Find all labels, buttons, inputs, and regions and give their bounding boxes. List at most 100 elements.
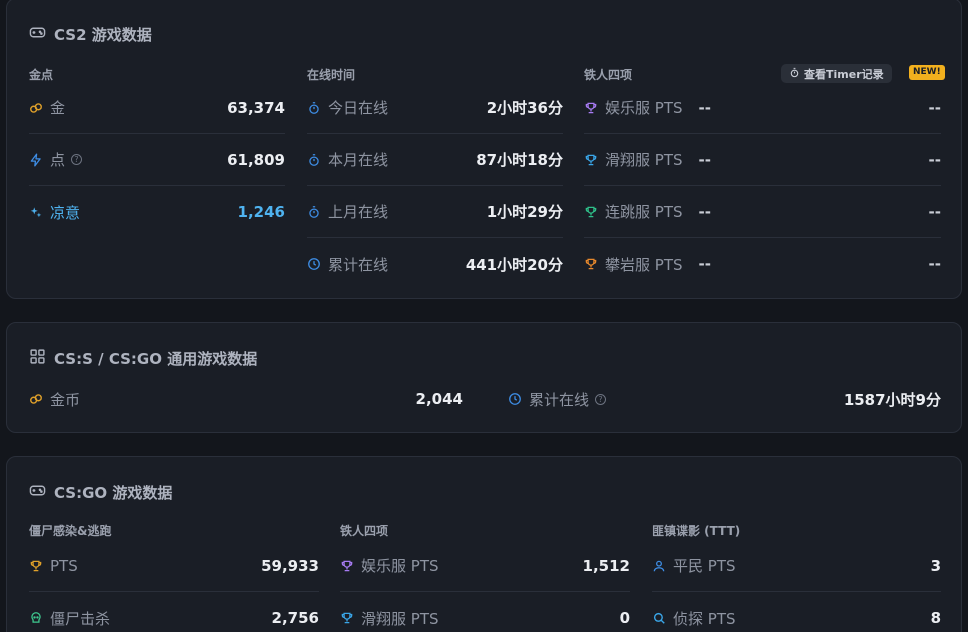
zombie-pts-value: 59,933: [261, 556, 319, 575]
trophy-icon: [29, 559, 43, 573]
zombie-head-icon: [29, 611, 43, 625]
grid-icon: [29, 348, 46, 369]
trophy-icon: [340, 559, 354, 573]
trophy-icon: [340, 611, 354, 625]
bhop-server-pts-label: 连跳服 PTS: [605, 203, 683, 221]
total-online-label: 累计在线: [328, 255, 389, 274]
last-month-online-value: 1小时29分: [486, 203, 563, 221]
general-stats-card: CS:S / CS:GO 通用游戏数据 金币 2,044 累计在线 ? 1587…: [6, 322, 962, 433]
detective-pts-label: 侦探 PTS: [673, 609, 736, 628]
ironman-row: 连跳服 PTS -- --: [584, 186, 941, 238]
surf-server-pts-label: 滑翔服 PTS: [605, 151, 683, 169]
stopwatch-icon: [307, 205, 321, 219]
view-timer-records-button[interactable]: 查看Timer记录: [781, 64, 892, 83]
trophy-icon: [584, 257, 598, 271]
stopwatch-icon: [307, 153, 321, 167]
coins-label: 金币: [50, 390, 81, 409]
help-icon[interactable]: ?: [595, 393, 607, 405]
stopwatch-icon: [307, 101, 321, 115]
csgo-title-text: CS:GO 游戏数据: [54, 484, 173, 502]
innocent-pts-value: 3: [930, 556, 941, 575]
lightning-icon: [29, 153, 43, 167]
today-online-value: 2小时36分: [486, 99, 563, 117]
clock-icon: [307, 257, 321, 271]
online-column: 在线时间 今日在线 2小时36分 本月在线 87小时18分 上月在线 1小时29…: [307, 66, 563, 296]
points-label: 点: [50, 151, 66, 169]
gold-column: 金点 金 63,374 点 ? 61,809 凉意 1,246: [29, 66, 285, 296]
gold-label: 金: [50, 99, 66, 117]
fun-server-pts-value: --: [698, 98, 711, 117]
coins-column: 金币 2,044: [29, 373, 463, 425]
ironman-column: 铁人四项 娱乐服 PTS -- -- 滑翔服 PTS -- -- 连跳服 PTS…: [584, 66, 941, 296]
link-icon: [29, 101, 43, 115]
fun-server-pts-rank: --: [928, 98, 941, 117]
climb-server-pts-rank: --: [928, 255, 941, 273]
coins-row: 金币 2,044: [29, 373, 463, 425]
today-online-label: 今日在线: [328, 99, 389, 117]
detective-pts-value: 8: [930, 609, 941, 627]
online-row: 累计在线 441小时20分: [307, 238, 563, 290]
csgo-surf-pts-label: 滑翔服 PTS: [361, 609, 439, 628]
stopwatch-icon: [789, 67, 800, 81]
csgo-surf-pts-value: 0: [619, 609, 630, 627]
link-icon: [29, 392, 43, 406]
climb-server-pts-label: 攀岩服 PTS: [605, 255, 683, 274]
csgo-ironman-row: 滑翔服 PTS 0: [340, 592, 630, 632]
csgo-stats-card: CS:GO 游戏数据 僵尸感染&逃跑 PTS 59,933 僵尸击杀 2,756…: [6, 456, 962, 632]
clock-icon: [508, 392, 522, 406]
general-title-text: CS:S / CS:GO 通用游戏数据: [54, 350, 258, 368]
csgo-fun-pts-value: 1,512: [582, 556, 630, 575]
trophy-icon: [584, 153, 598, 167]
zombie-kills-label: 僵尸击杀: [50, 609, 111, 628]
points-value: 61,809: [227, 150, 285, 169]
cool-value: 1,246: [237, 203, 285, 221]
gamepad-icon: [29, 24, 46, 45]
ironman-row: 滑翔服 PTS -- --: [584, 134, 941, 186]
zombie-column-header: 僵尸感染&逃跑: [29, 524, 112, 538]
zombie-column: 僵尸感染&逃跑 PTS 59,933 僵尸击杀 2,756: [29, 522, 319, 632]
general-online-row: 累计在线 ? 1587小时9分: [508, 373, 941, 425]
csgo-ironman-column: 铁人四项 娱乐服 PTS 1,512 滑翔服 PTS 0: [340, 522, 630, 632]
zombie-row: PTS 59,933: [29, 540, 319, 592]
month-online-label: 本月在线: [328, 151, 389, 169]
month-online-value: 87小时18分: [476, 151, 563, 169]
gold-row: 金 63,374: [29, 82, 285, 134]
surf-server-pts-rank: --: [928, 150, 941, 169]
ironman-row: 娱乐服 PTS -- --: [584, 82, 941, 134]
coins-value: 2,044: [415, 390, 463, 408]
cool-label: 凉意: [50, 203, 81, 222]
csgo-fun-pts-label: 娱乐服 PTS: [361, 557, 439, 575]
sparkle-icon: [29, 205, 43, 219]
last-month-online-label: 上月在线: [328, 203, 389, 221]
csgo-card-title: CS:GO 游戏数据: [29, 482, 172, 503]
general-online-column: 累计在线 ? 1587小时9分: [508, 373, 941, 425]
zombie-pts-label: PTS: [50, 556, 78, 575]
help-icon[interactable]: ?: [71, 154, 83, 165]
ttt-column-header: 匪镇谍影 (TTT): [652, 524, 741, 538]
gold-value: 63,374: [227, 98, 285, 117]
climb-server-pts-value: --: [698, 255, 711, 273]
trophy-icon: [584, 101, 598, 115]
bhop-server-pts-value: --: [698, 202, 711, 221]
gamepad-icon: [29, 482, 46, 503]
surf-server-pts-value: --: [698, 150, 711, 169]
ttt-row: 平民 PTS 3: [652, 540, 941, 592]
ttt-row: 侦探 PTS 8: [652, 592, 941, 632]
general-online-value: 1587小时9分: [843, 390, 941, 409]
innocent-pts-label: 平民 PTS: [673, 557, 736, 575]
general-online-label: 累计在线: [529, 390, 590, 409]
online-row: 上月在线 1小时29分: [307, 186, 563, 238]
ttt-column: 匪镇谍影 (TTT) 平民 PTS 3 侦探 PTS 8: [652, 522, 941, 632]
cool-row: 凉意 1,246: [29, 186, 285, 238]
fun-server-pts-label: 娱乐服 PTS: [605, 99, 683, 117]
ironman-row: 攀岩服 PTS -- --: [584, 238, 941, 290]
cs2-title-text: CS2 游戏数据: [54, 26, 152, 44]
cs2-stats-card: CS2 游戏数据 金点 金 63,374 点 ? 61,809 凉意 1,246: [6, 0, 962, 299]
total-online-value: 441小时20分: [465, 255, 563, 274]
general-card-title: CS:S / CS:GO 通用游戏数据: [29, 348, 257, 369]
user-icon: [652, 559, 666, 573]
zombie-kills-value: 2,756: [271, 609, 319, 627]
cs2-card-title: CS2 游戏数据: [29, 24, 152, 45]
trophy-icon: [584, 205, 598, 219]
view-timer-records-label: 查看Timer记录: [804, 67, 884, 81]
